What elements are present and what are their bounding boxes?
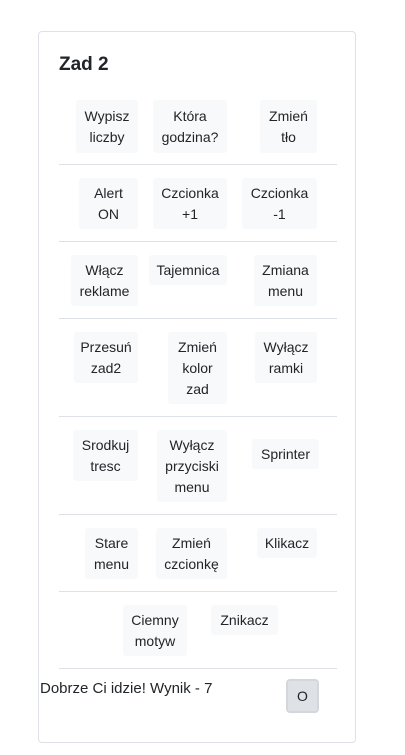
row-divider [59,241,337,242]
card-title: Zad 2 [59,54,109,75]
czcionka-plus-button[interactable]: Czcionka +1 [153,178,227,229]
ktora-godzina-button[interactable]: Która godzina? [153,100,227,153]
zmien-tlo-button[interactable]: Zmień tło [260,100,317,153]
klikacz-button[interactable]: Klikacz [257,528,317,558]
wylacz-przyciski-menu-button[interactable]: Wyłącz przyciski menu [157,430,227,502]
zmiana-menu-button[interactable]: Zmiana menu [254,255,317,306]
stare-menu-button[interactable]: Stare menu [85,528,138,579]
o-button[interactable]: O [286,679,319,713]
czcionka-minus-button[interactable]: Czcionka -1 [242,178,317,229]
row-divider [59,416,337,417]
ciemny-motyw-button[interactable]: Ciemny motyw [123,605,187,656]
srodkuj-tresc-button[interactable]: Srodkuj tresc [73,430,138,481]
przesun-zad2-button[interactable]: Przesuń zad2 [74,332,138,383]
znikacz-button[interactable]: Znikacz [211,605,278,635]
task-card: Zad 2 Wypisz liczby Która godzina? Zmień… [38,31,356,743]
sprinter-button[interactable]: Sprinter [252,439,319,469]
row-divider [59,591,337,592]
wlacz-reklame-button[interactable]: Włącz reklame [71,255,138,306]
tajemnica-button[interactable]: Tajemnica [149,255,227,285]
zmien-kolor-zad-button[interactable]: Zmień kolor zad [168,332,227,404]
row-divider [59,668,337,669]
row-divider [59,318,337,319]
score-status-text: Dobrze Ci idzie! Wynik - 7 [40,680,213,697]
zmien-czcionke-button[interactable]: Zmień czcionkę [156,528,227,579]
row-divider [59,514,337,515]
wypisz-liczby-button[interactable]: Wypisz liczby [76,100,138,153]
alert-on-button[interactable]: Alert ON [79,178,138,229]
wylacz-ramki-button[interactable]: Wyłącz ramki [255,332,317,383]
row-divider [59,164,337,165]
